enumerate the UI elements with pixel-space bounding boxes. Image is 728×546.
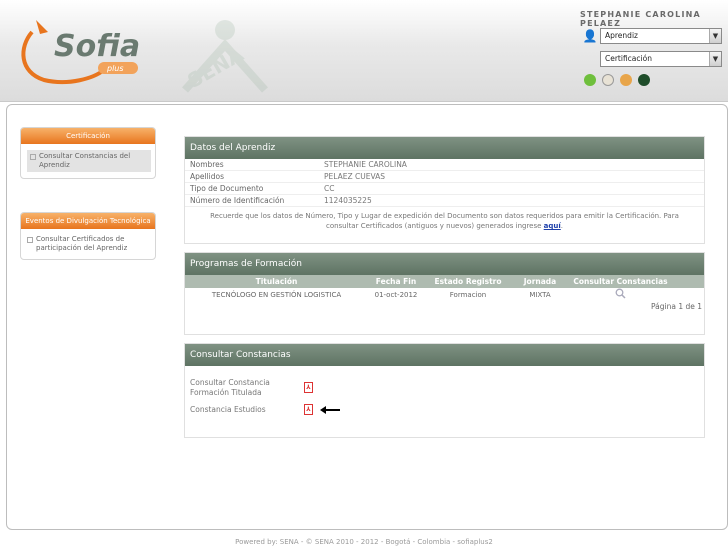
col-fecha-fin: Fecha Fin: [375, 277, 417, 286]
table-header: Titulación Fecha Fin Estado Registro Jor…: [185, 275, 704, 288]
programas-section: Programas de Formación Titulación Fecha …: [184, 252, 705, 335]
sidebar-item-consultar-certificados[interactable]: Consultar Certificados de participación …: [27, 235, 151, 253]
blank-icon: [580, 50, 600, 68]
data-row: Apellidos PELAEZ CUEVAS: [185, 171, 704, 183]
logo-text: Sofia: [54, 29, 140, 64]
col-jornada: Jornada: [523, 277, 557, 286]
svg-text:SENA: SENA: [183, 42, 248, 93]
module-select[interactable]: Certificación ▼: [600, 50, 722, 67]
pdf-icon[interactable]: ⅄: [304, 404, 313, 415]
pdf-icon[interactable]: ⅄: [304, 382, 313, 393]
module-select-value: Certificación: [605, 53, 652, 63]
checkbox-icon: [27, 237, 33, 243]
arrow-left-icon: [320, 405, 340, 414]
footer: Powered by: SENA - © SENA 2010 - 2012 - …: [235, 538, 493, 546]
field-value: CC: [324, 184, 335, 193]
consultar-constancias-section: Consultar Constancias Consultar Constanc…: [184, 343, 705, 438]
field-value: STEPHANIE CAROLINA: [324, 160, 407, 169]
sidebar-box-title: Certificación: [21, 128, 155, 144]
role-select-value: Aprendiz: [605, 30, 638, 40]
field-value: 1124035225: [324, 196, 372, 205]
mail-icon[interactable]: [602, 74, 614, 86]
sofia-plus-logo[interactable]: Sofia plus: [14, 12, 144, 92]
field-label: Apellidos: [190, 172, 225, 181]
cell-jornada: MIXTA: [529, 291, 551, 299]
cell-fecha: 01-oct-2012: [374, 291, 418, 299]
header: Sofia plus SENA STEPHANIE CAROLINA PELAE…: [0, 0, 728, 102]
table-row: TECNÓLOGO EN GESTIÓN LOGISTICA 01-oct-20…: [185, 288, 704, 302]
constancia-item: Consultar Constancia Formación Titulada …: [190, 378, 699, 398]
user-panel: STEPHANIE CAROLINA PELAEZ 👤 Aprendiz ▼ C…: [580, 10, 728, 86]
col-titulacion: Titulación: [255, 277, 298, 286]
role-select[interactable]: Aprendiz ▼: [600, 27, 722, 44]
sidebar-box-certificacion: Certificación Consultar Constancias del …: [20, 127, 156, 179]
field-value: PELAEZ CUEVAS: [324, 172, 386, 181]
sidebar-item-label: Consultar Certificados de participación …: [36, 235, 128, 252]
constancia-item: Constancia Estudios ⅄: [190, 404, 699, 415]
sidebar-item-label: Consultar Constancias del Aprendiz: [39, 152, 131, 169]
data-row: Número de Identificación 1124035225: [185, 195, 704, 207]
col-estado: Estado Registro: [434, 277, 502, 286]
constancia-label: Constancia Estudios: [190, 405, 266, 414]
section-title: Consultar Constancias: [185, 344, 704, 366]
chevron-down-icon[interactable]: ▼: [709, 28, 721, 43]
sena-watermark-logo: SENA: [182, 20, 268, 93]
data-row: Nombres STEPHANIE CAROLINA: [185, 159, 704, 171]
user-name: STEPHANIE CAROLINA PELAEZ: [580, 10, 701, 28]
sidebar-item-consultar-constancias[interactable]: Consultar Constancias del Aprendiz: [27, 150, 151, 172]
note-text: Recuerde que los datos de Número, Tipo y…: [210, 212, 679, 230]
field-label: Número de Identificación: [190, 196, 285, 205]
field-label: Tipo de Documento: [190, 184, 264, 193]
field-label: Nombres: [190, 160, 224, 169]
cell-titulacion: TECNÓLOGO EN GESTIÓN LOGISTICA: [211, 291, 342, 299]
datos-aprendiz-section: Datos del Aprendiz Nombres STEPHANIE CARO…: [184, 136, 705, 244]
help-icon[interactable]: [584, 74, 596, 86]
data-row: Tipo de Documento CC: [185, 183, 704, 195]
search-icon[interactable]: [615, 288, 626, 299]
main-content: Datos del Aprendiz Nombres STEPHANIE CARO…: [184, 136, 705, 438]
sidebar-box-eventos: Eventos de Divulgación Tecnológica Consu…: [20, 212, 156, 260]
cell-estado: Formacion: [449, 291, 487, 299]
note-link[interactable]: aquí: [544, 222, 561, 230]
logo-sub: plus: [106, 64, 124, 73]
constancia-label: Consultar Constancia Formación Titulada: [190, 378, 270, 397]
power-icon[interactable]: [638, 74, 650, 86]
chevron-down-icon[interactable]: ▼: [709, 51, 721, 66]
user-icon: 👤: [582, 28, 598, 43]
section-title: Programas de Formación: [185, 253, 704, 275]
info-note: Recuerde que los datos de Número, Tipo y…: [210, 212, 679, 230]
checkbox-icon: [30, 154, 36, 160]
sidebar-box-title: Eventos de Divulgación Tecnológica: [21, 213, 155, 229]
col-consultar: Consultar Constancias: [573, 277, 668, 286]
section-title: Datos del Aprendiz: [185, 137, 704, 159]
star-icon[interactable]: [620, 74, 632, 86]
pager: Página 1 de 1: [650, 302, 702, 311]
consultar-cell: [568, 288, 673, 302]
